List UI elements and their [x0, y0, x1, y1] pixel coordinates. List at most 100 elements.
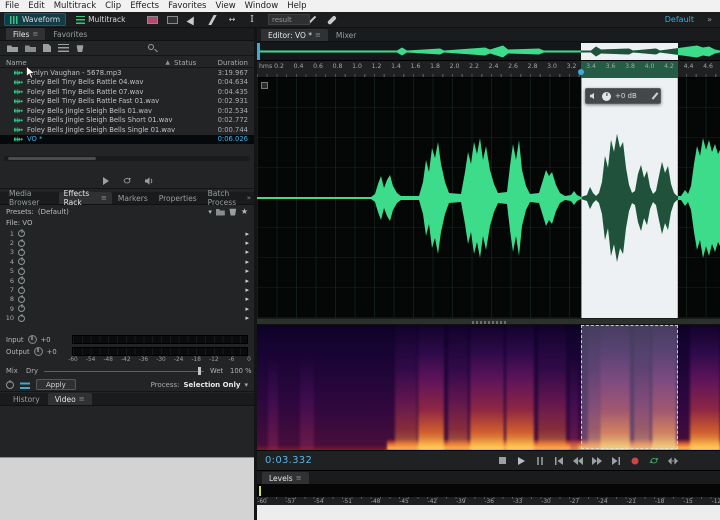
slot-arrow-icon[interactable]: ▸	[245, 277, 249, 285]
effect-slot[interactable]: 10▸	[0, 314, 254, 323]
effect-slot[interactable]: 6▸	[0, 276, 254, 285]
search-box[interactable]: result	[268, 14, 310, 25]
sort-arrow-icon[interactable]: ▲	[165, 59, 170, 66]
slot-power-icon[interactable]	[18, 315, 25, 322]
slot-arrow-icon[interactable]: ▸	[245, 258, 249, 266]
slot-power-icon[interactable]	[18, 296, 25, 303]
file-row[interactable]: Emlyn Vaughan - 5678.mp33:19.967	[0, 68, 254, 78]
effect-slot[interactable]: 1▸	[0, 229, 254, 238]
rack-power-icon[interactable]	[6, 381, 14, 389]
skip-to-start-button[interactable]	[554, 456, 564, 466]
overview-navigator[interactable]	[257, 42, 720, 61]
waveform-display-icon[interactable]	[166, 14, 179, 25]
menu-favorites[interactable]: Favorites	[168, 1, 206, 11]
slot-power-icon[interactable]	[18, 240, 25, 247]
slot-power-icon[interactable]	[18, 287, 25, 294]
slot-power-icon[interactable]	[18, 305, 25, 312]
menu-multitrack[interactable]: Multitrack	[54, 1, 96, 11]
waveform-display[interactable]: +0 dB	[257, 78, 720, 318]
menu-edit[interactable]: Edit	[28, 1, 44, 11]
slot-arrow-icon[interactable]: ▸	[245, 267, 249, 275]
slot-arrow-icon[interactable]: ▸	[245, 314, 249, 322]
skip-selection-button[interactable]	[668, 456, 678, 466]
tab-media-browser[interactable]: Media Browser	[4, 192, 58, 204]
fast-forward-button[interactable]	[592, 456, 602, 466]
file-row[interactable]: Foley Bells Jingle Sleigh Bells Short 01…	[0, 116, 254, 126]
tab-favorites[interactable]: Favorites	[46, 28, 94, 40]
menu-file[interactable]: File	[5, 1, 19, 11]
preset-dropdown-icon[interactable]: ▾	[208, 208, 212, 216]
loop-playback-button[interactable]	[649, 456, 659, 466]
channel-box-icon[interactable]	[261, 82, 268, 89]
menu-window[interactable]: Window	[245, 1, 279, 11]
save-preset-icon[interactable]	[216, 208, 225, 216]
menu-help[interactable]: Help	[287, 1, 306, 11]
move-tool-icon[interactable]	[186, 14, 199, 25]
slot-power-icon[interactable]	[18, 268, 25, 275]
slot-arrow-icon[interactable]: ▸	[245, 305, 249, 313]
slot-arrow-icon[interactable]: ▸	[245, 230, 249, 238]
toggle-fx-rack-icon[interactable]	[20, 381, 30, 389]
panel-menu-icon[interactable]: ≡	[101, 194, 107, 202]
tab-video[interactable]: Video ≡	[48, 393, 92, 405]
file-row[interactable]: Foley Bell Tiny Bells Rattle Fast 01.wav…	[0, 97, 254, 107]
process-value[interactable]: Selection Only	[184, 381, 241, 389]
slip-tool-icon[interactable]: ↔	[226, 14, 239, 25]
scrollbar-thumb[interactable]	[8, 157, 96, 160]
effect-slot[interactable]: 4▸	[0, 257, 254, 266]
tab-levels[interactable]: Levels ≡	[262, 472, 309, 484]
time-selection-tool-icon[interactable]: I	[246, 14, 259, 25]
delete-preset-icon[interactable]	[229, 208, 237, 216]
files-hscrollbar[interactable]	[4, 156, 250, 161]
preview-play-icon[interactable]	[100, 176, 110, 186]
effect-slot[interactable]: 5▸	[0, 267, 254, 276]
slot-arrow-icon[interactable]: ▸	[245, 248, 249, 256]
preset-value[interactable]: (Default)	[38, 208, 69, 216]
workspace-button[interactable]: Default	[665, 15, 694, 24]
sort-icon[interactable]	[58, 44, 69, 52]
effect-slot[interactable]: 7▸	[0, 285, 254, 294]
gain-hud[interactable]: +0 dB	[585, 88, 661, 104]
panel-menu-icon[interactable]: ≡	[296, 474, 302, 482]
tab-mixer[interactable]: Mixer	[329, 29, 363, 41]
file-row[interactable]: Foley Bell Tiny Bells Rattle 04.wav0:04.…	[0, 78, 254, 88]
effect-slot[interactable]: 2▸	[0, 238, 254, 247]
tab-properties[interactable]: Properties	[154, 192, 202, 204]
playhead-handle[interactable]	[578, 69, 584, 75]
hud-gain-knob[interactable]	[602, 92, 611, 101]
slot-arrow-icon[interactable]: ▸	[245, 286, 249, 294]
effect-slot[interactable]: 8▸	[0, 295, 254, 304]
favorite-star-icon[interactable]: ★	[241, 207, 248, 216]
rewind-button[interactable]	[573, 456, 583, 466]
effect-slot[interactable]: 9▸	[0, 304, 254, 313]
file-row[interactable]: Foley Bells Jingle Sleigh Bells 01.wav0:…	[0, 106, 254, 116]
trash-icon[interactable]	[76, 44, 84, 52]
wave-spectral-splitter[interactable]	[257, 318, 720, 325]
menu-effects[interactable]: Effects	[130, 1, 159, 11]
panel-menu-icon[interactable]: ≡	[32, 30, 38, 38]
skip-to-end-button[interactable]	[611, 456, 621, 466]
column-status[interactable]: Status	[174, 59, 208, 67]
timeline-ruler[interactable]: hms 0.20.40.60.81.01.21.41.61.82.02.22.4…	[257, 61, 720, 78]
splitter-grip[interactable]	[472, 321, 506, 324]
process-dropdown-icon[interactable]: ▾	[244, 381, 248, 389]
tab-overflow-icon[interactable]: »	[247, 194, 251, 202]
search-icon[interactable]	[148, 44, 154, 50]
input-gain-knob[interactable]	[28, 335, 37, 344]
tab-editor-vo[interactable]: Editor: VO * ≡	[261, 29, 328, 41]
mix-slider-track[interactable]	[44, 371, 204, 372]
new-file-icon[interactable]	[43, 44, 51, 52]
razor-tool-icon[interactable]	[206, 14, 219, 25]
slot-power-icon[interactable]	[18, 230, 25, 237]
current-time-display[interactable]: 0:03.332	[265, 455, 312, 466]
panel-menu-icon[interactable]: ≡	[315, 31, 321, 39]
tab-effects-rack[interactable]: Effects Rack ≡	[59, 192, 112, 204]
menu-clip[interactable]: Clip	[105, 1, 121, 11]
stop-button[interactable]	[497, 456, 507, 466]
slot-arrow-icon[interactable]: ▸	[245, 239, 249, 247]
mix-slider-thumb[interactable]	[198, 367, 201, 375]
apply-button[interactable]: Apply	[36, 379, 76, 390]
tab-files[interactable]: Files ≡	[6, 28, 45, 40]
panel-menu-icon[interactable]: ≡	[79, 395, 85, 403]
preview-autoplay-speaker-icon[interactable]	[144, 176, 154, 186]
